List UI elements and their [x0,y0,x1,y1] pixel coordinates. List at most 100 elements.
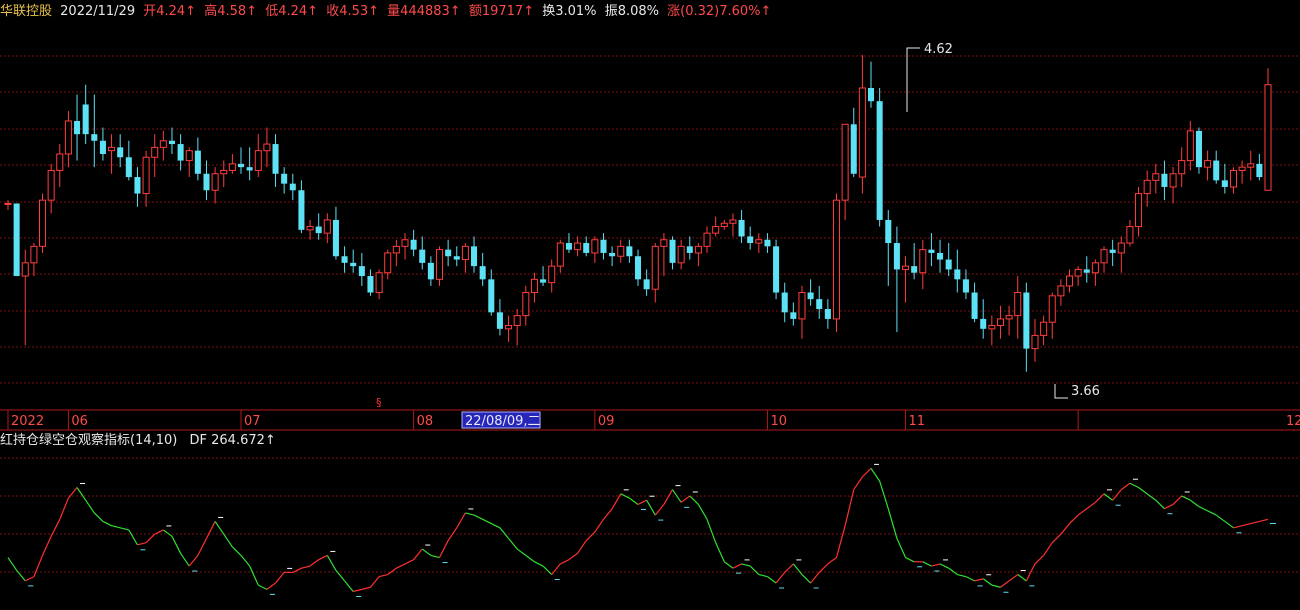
indicator-segment [663,489,674,505]
candle-body [591,239,599,254]
indicator-segment [1215,514,1226,522]
indicator-segment [1198,506,1208,512]
indicator-segment [585,531,596,541]
volume: 量444883↑ [387,4,461,19]
candle-body [21,262,29,277]
candlestick-series[interactable] [4,54,1272,372]
indicator-segment [120,527,129,531]
indicator-segment [499,527,510,539]
candle-body [540,279,547,283]
candle-body [246,167,253,171]
indicator-segment [1120,482,1131,491]
indicator-segment [275,572,285,584]
candle-body [962,279,969,293]
indicator-segment [982,578,993,586]
candle-body [1109,249,1116,253]
candle-body [13,203,20,277]
indicator-segment [137,542,147,546]
indicator-segment [870,468,881,482]
candle-body [807,292,814,300]
indicator-segment [508,538,518,550]
indicator-segment [577,540,587,554]
indicator-title[interactable]: 红持仓绿空仓观察指标(14,10) [0,433,177,448]
candle-body [996,318,1004,327]
indicator-segment [516,548,527,556]
candle-body [1126,226,1134,244]
chart-canvas: 4.62 3.66 § 2022 06 07 08 09 10 11 12 22/08/09,二 [0,42,1300,598]
candle-body [841,123,849,201]
indicator-line [7,463,1276,598]
indicator-segment [542,565,553,575]
indicator-segment [188,555,199,567]
candle-body [1100,249,1108,264]
price-annotations: 4.62 3.66 § [376,42,1100,409]
candle-body [1169,173,1177,188]
indicator-segment [758,573,768,578]
candle-body [358,266,365,277]
indicator-segment [525,554,535,563]
indicator-segment [637,499,647,505]
indicator-segment [1077,508,1088,516]
price-change: 涨(0.32)7.60%↑ [667,4,772,19]
candle-body [677,245,685,264]
candle-body [911,266,918,273]
candle-body [134,177,141,194]
indicator-segment [378,573,388,578]
indicator-header: 红持仓绿空仓观察指标(14,10) DF 264.672↑ [0,432,276,450]
candle-body [609,252,616,257]
indicator-segment [1189,499,1200,508]
indicator-segment [1138,486,1148,495]
candle-body [954,269,961,280]
indicator-segment [145,533,156,544]
candle-body [1065,275,1074,287]
indicator-segment [1043,542,1053,556]
candle-body [1023,292,1030,349]
candle-body [419,249,426,263]
indicator-segment [240,555,251,567]
candle-body [4,202,12,205]
candle-body [988,325,996,330]
time-axis: 2022 06 07 08 09 10 11 12 22/08/09,二 [0,409,1300,431]
indicator-segment [1112,489,1122,501]
candle-body [530,278,538,294]
indicator-segment [171,536,182,554]
candle-body [694,245,702,254]
indicator-segment [1172,495,1183,505]
candle-body [634,256,642,280]
indicator-segment [76,487,87,501]
indicator-df-value: DF 264.672↑ [189,433,276,448]
axis-label: 09 [598,414,615,429]
indicator-segment [922,561,932,567]
indicator-segment [1224,520,1234,529]
indicator-segment [24,576,35,582]
stock-name[interactable]: 华联控股 [0,4,52,19]
indicator-segment [1000,580,1010,588]
indicator-segment [551,563,561,575]
indicator-segment [231,546,242,556]
indicator-segment [180,552,190,567]
indicator-segment [111,525,121,529]
candle-body [832,199,841,320]
candle-body [790,312,797,319]
candle-body [203,173,210,191]
candle-body [281,173,288,184]
candle-body [315,226,322,234]
quote-header: 华联控股 2022/11/29 开4.24↑ 高4.58↑ 低4.24↑ 收4.… [0,2,775,22]
indicator-segment [568,552,578,561]
candle-body [496,312,503,329]
candle-body [74,120,81,135]
indicator-segment [697,504,708,520]
candle-body [1195,130,1202,168]
candle-body [617,245,625,257]
axis-label: 06 [71,414,88,429]
indicator-segment [85,499,95,514]
indicator-segment [370,576,380,588]
indicator-segment [421,548,432,556]
indicator-segment [801,574,812,584]
indicator-segment [1008,574,1019,582]
indicator-segment [749,565,760,575]
candle-body [367,276,374,293]
indicator-grid [0,457,1300,573]
indicator-segment [965,576,975,582]
axis-label: 2022 [11,414,44,429]
